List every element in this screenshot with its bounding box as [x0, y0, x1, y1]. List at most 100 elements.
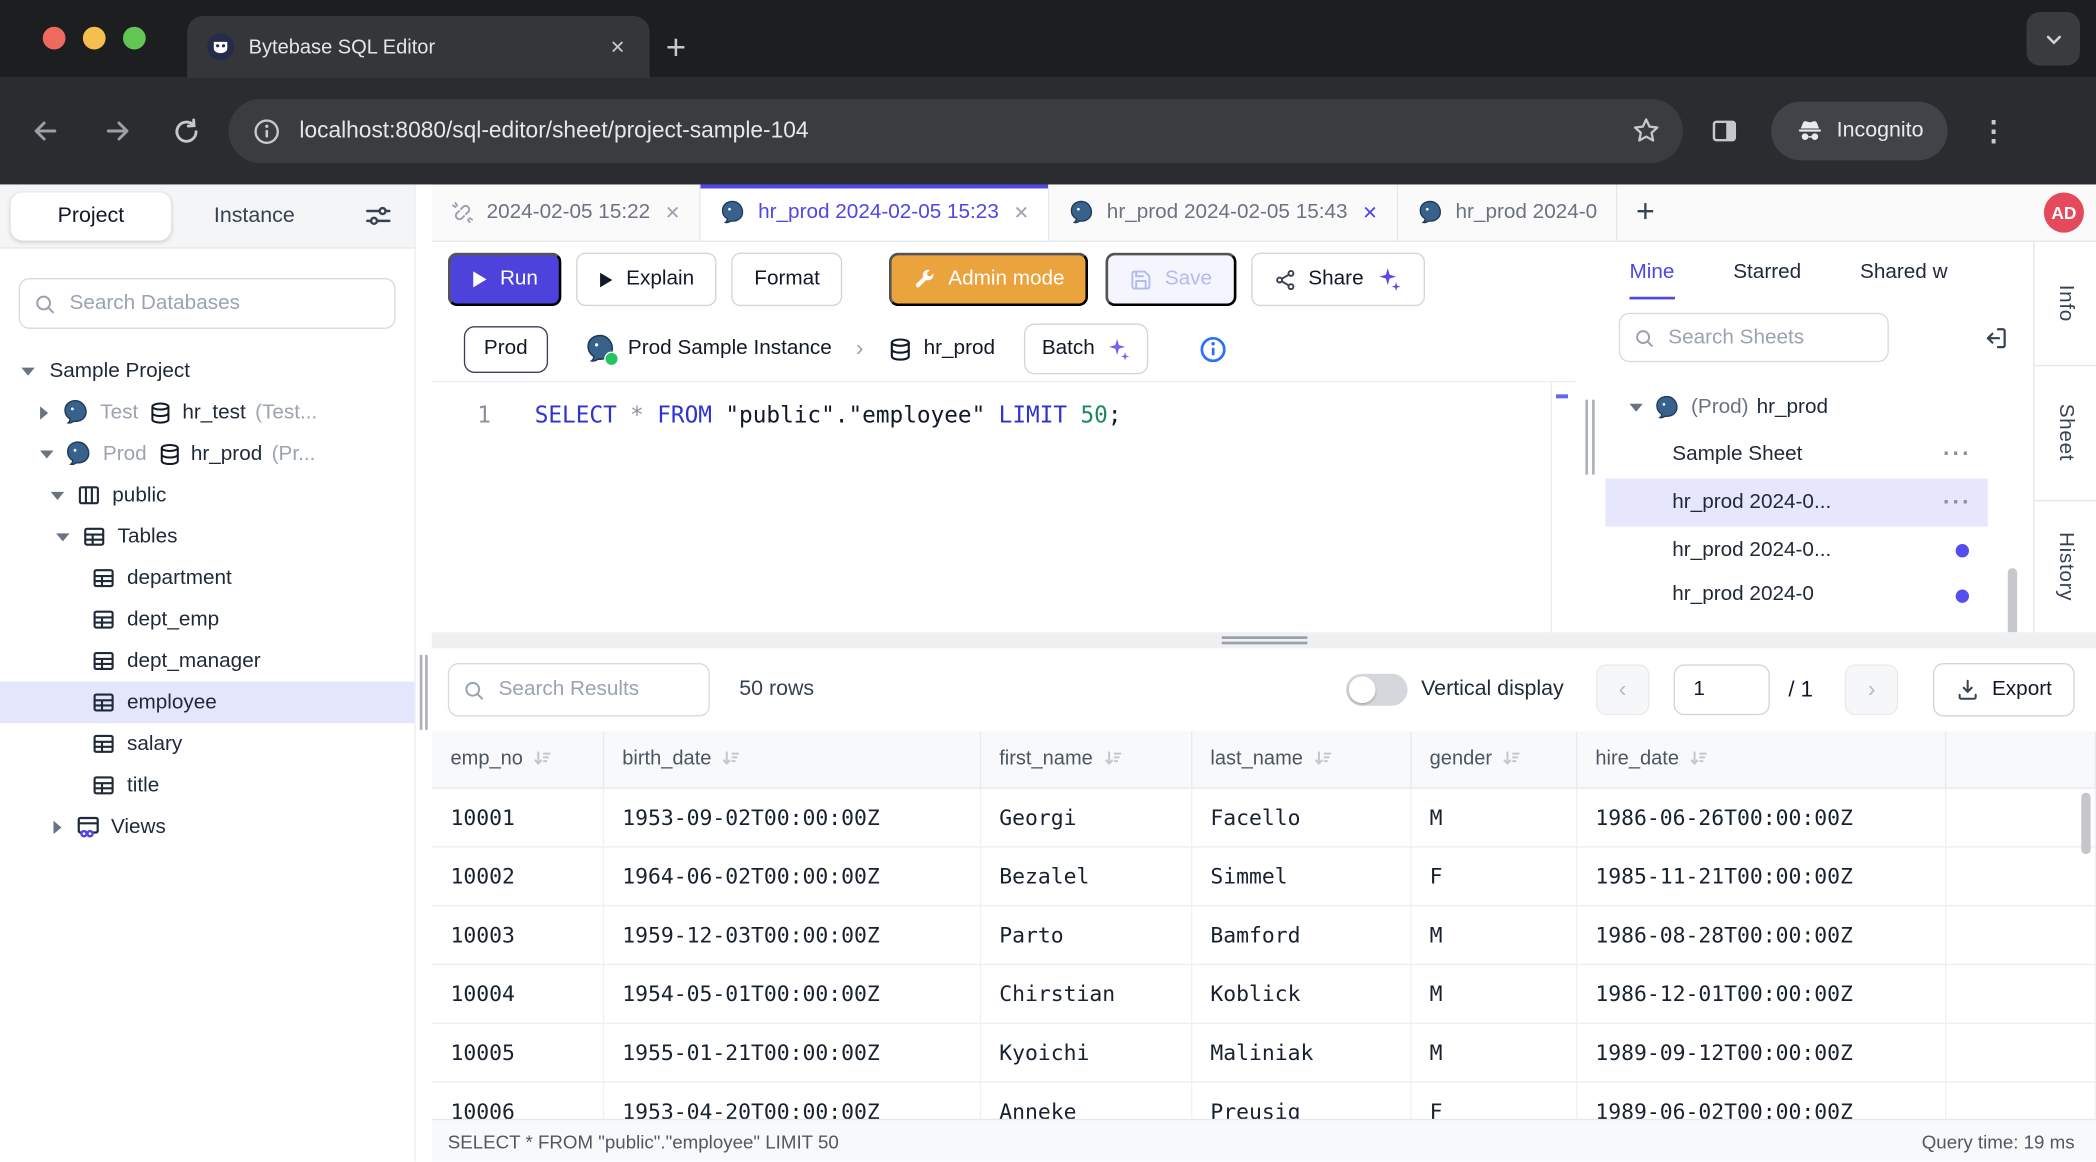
- tree-item-schema-public[interactable]: public: [0, 475, 414, 516]
- new-tab-button[interactable]: +: [666, 17, 686, 76]
- tab-info[interactable]: Info: [2035, 242, 2096, 366]
- horizontal-resize-handle[interactable]: [432, 632, 2096, 648]
- prev-page-button[interactable]: ‹: [1596, 664, 1649, 715]
- sheets-search[interactable]: [1619, 313, 1889, 362]
- editor-tab-2[interactable]: hr_prod 2024-02-05 15:23 ✕: [701, 184, 1050, 240]
- url-text[interactable]: localhost:8080/sql-editor/sheet/project-…: [299, 118, 808, 145]
- url-bar[interactable]: localhost:8080/sql-editor/sheet/project-…: [229, 99, 1683, 163]
- table-cell[interactable]: 1953-04-20T00:00:00Z: [603, 1081, 980, 1118]
- table-cell[interactable]: Parto: [980, 905, 1191, 964]
- table-cell[interactable]: 10002: [432, 846, 603, 905]
- tree-item-table-dept-emp[interactable]: dept_emp: [0, 599, 414, 640]
- tree-item-db-prod[interactable]: Prod hr_prod (Pr...: [0, 433, 414, 474]
- close-window-button[interactable]: [43, 27, 66, 50]
- filter-sliders-icon[interactable]: [364, 202, 393, 231]
- side-panel-icon[interactable]: [1710, 116, 1739, 145]
- table-cell[interactable]: 1954-05-01T00:00:00Z: [603, 964, 980, 1023]
- table-cell[interactable]: M: [1410, 787, 1576, 846]
- sheet-item-selected[interactable]: hr_prod 2024-0... ···: [1605, 479, 1987, 527]
- sheet-item[interactable]: hr_prod 2024-0...: [1605, 527, 1987, 575]
- sheets-search-input[interactable]: [1666, 324, 1875, 351]
- database-name[interactable]: hr_prod: [924, 337, 995, 361]
- column-header-birth-date[interactable]: birth_date: [603, 731, 980, 787]
- sql-code-area[interactable]: 1 SELECT*FROM"public"."employee"LIMIT50;: [432, 382, 1576, 632]
- caret-down-icon[interactable]: [1629, 404, 1642, 412]
- results-search[interactable]: [448, 663, 710, 716]
- tree-item-db-test[interactable]: Test hr_test (Test...: [0, 392, 414, 433]
- back-icon[interactable]: [29, 115, 61, 147]
- table-cell[interactable]: 10005: [432, 1023, 603, 1082]
- format-button[interactable]: Format: [732, 253, 843, 306]
- reload-icon[interactable]: [171, 116, 202, 147]
- page-number-input[interactable]: [1673, 664, 1769, 715]
- caret-down-icon[interactable]: [56, 533, 69, 541]
- collapse-panel-icon[interactable]: [1982, 324, 2009, 351]
- sort-icon[interactable]: [1312, 749, 1332, 769]
- tab-shared[interactable]: Shared w: [1860, 261, 1948, 300]
- forward-icon[interactable]: [102, 115, 134, 147]
- results-search-input[interactable]: [496, 676, 695, 703]
- close-icon[interactable]: ✕: [665, 201, 681, 224]
- table-cell[interactable]: 1989-06-02T00:00:00Z: [1576, 1081, 1945, 1118]
- tab-search-chevron-button[interactable]: [2026, 12, 2079, 65]
- column-header-emp-no[interactable]: emp_no: [432, 731, 603, 787]
- table-cell[interactable]: 10003: [432, 905, 603, 964]
- table-cell[interactable]: Anneke: [980, 1081, 1191, 1118]
- more-menu-icon[interactable]: ···: [1943, 441, 1972, 468]
- table-cell[interactable]: 10006: [432, 1081, 603, 1118]
- explain-button[interactable]: Explain: [577, 253, 717, 306]
- editor-minimap[interactable]: [1551, 382, 1576, 632]
- table-cell[interactable]: 1986-06-26T00:00:00Z: [1576, 787, 1945, 846]
- table-cell[interactable]: 1955-01-21T00:00:00Z: [603, 1023, 980, 1082]
- tab-mine[interactable]: Mine: [1629, 261, 1674, 300]
- table-cell[interactable]: M: [1410, 905, 1576, 964]
- table-cell[interactable]: Preusig: [1191, 1081, 1410, 1118]
- tab-sheet[interactable]: Sheet: [2035, 366, 2096, 501]
- next-page-button[interactable]: ›: [1845, 664, 1898, 715]
- editor-tab-3[interactable]: hr_prod 2024-02-05 15:43 ✕: [1049, 184, 1398, 240]
- batch-button[interactable]: Batch: [1024, 323, 1148, 374]
- caret-right-icon[interactable]: [40, 406, 48, 419]
- table-cell[interactable]: Maliniak: [1191, 1023, 1410, 1082]
- sql-statement[interactable]: SELECT*FROM"public"."employee"LIMIT50;: [535, 402, 1122, 429]
- table-cell[interactable]: Koblick: [1191, 964, 1410, 1023]
- database-search[interactable]: [19, 278, 396, 329]
- tree-item-views-group[interactable]: Views: [0, 806, 414, 847]
- close-icon[interactable]: ✕: [1014, 201, 1030, 224]
- table-cell[interactable]: 10004: [432, 964, 603, 1023]
- editor-tab-1[interactable]: 2024-02-05 15:22 ✕: [432, 184, 701, 240]
- scrollbar-thumb[interactable]: [2081, 793, 2090, 854]
- caret-down-icon[interactable]: [21, 367, 34, 375]
- bookmark-star-icon[interactable]: [1631, 115, 1662, 146]
- close-tab-icon[interactable]: ✕: [605, 33, 631, 61]
- instance-name[interactable]: Prod Sample Instance: [628, 337, 832, 361]
- tab-instance[interactable]: Instance: [214, 204, 295, 228]
- table-cell[interactable]: 10001: [432, 787, 603, 846]
- table-cell[interactable]: M: [1410, 964, 1576, 1023]
- sheets-group-row[interactable]: (Prod) hr_prod: [1605, 385, 2033, 430]
- table-cell[interactable]: Bamford: [1191, 905, 1410, 964]
- export-button[interactable]: Export: [1933, 663, 2074, 716]
- close-icon[interactable]: ✕: [1362, 201, 1378, 224]
- info-circle-icon[interactable]: [1199, 335, 1227, 363]
- tree-item-table-department[interactable]: department: [0, 557, 414, 598]
- table-cell[interactable]: F: [1410, 846, 1576, 905]
- site-info-icon[interactable]: [253, 117, 281, 145]
- tab-starred[interactable]: Starred: [1733, 261, 1801, 300]
- env-chip[interactable]: Prod: [464, 325, 548, 372]
- browser-tab[interactable]: Bytebase SQL Editor ✕: [187, 16, 650, 77]
- column-header-first-name[interactable]: first_name: [980, 731, 1191, 787]
- tree-item-table-title[interactable]: title: [0, 765, 414, 806]
- tab-history[interactable]: History: [2035, 501, 2096, 632]
- sort-icon[interactable]: [1688, 749, 1708, 769]
- vertical-display-toggle[interactable]: [1346, 674, 1407, 706]
- tree-item-tables-group[interactable]: Tables: [0, 516, 414, 557]
- table-cell[interactable]: 1953-09-02T00:00:00Z: [603, 787, 980, 846]
- sort-icon[interactable]: [532, 749, 552, 769]
- admin-mode-button[interactable]: Admin mode: [889, 253, 1088, 306]
- save-button[interactable]: Save: [1106, 253, 1236, 306]
- sidebar-resize-handle[interactable]: [414, 184, 431, 1161]
- minimize-window-button[interactable]: [83, 27, 106, 50]
- new-sheet-button[interactable]: +: [1617, 184, 1673, 240]
- column-header-hire-date[interactable]: hire_date: [1576, 731, 1945, 787]
